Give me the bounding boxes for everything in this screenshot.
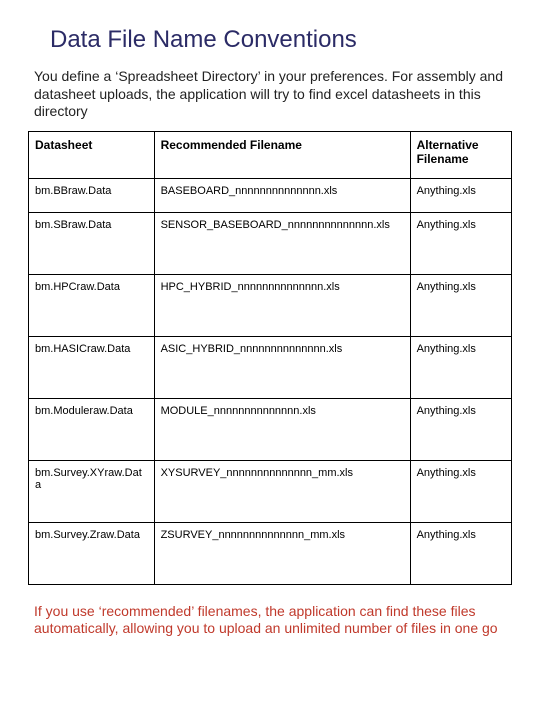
cell-recommended: BASEBOARD_nnnnnnnnnnnnnn.xls (154, 178, 410, 212)
cell-datasheet: bm.Survey.Zraw.Data (29, 522, 155, 584)
cell-recommended: ASIC_HYBRID_nnnnnnnnnnnnnn.xls (154, 336, 410, 398)
cell-alternative: Anything.xls (410, 460, 511, 522)
cell-recommended: HPC_HYBRID_nnnnnnnnnnnnnn.xls (154, 274, 410, 336)
cell-datasheet: bm.HPCraw.Data (29, 274, 155, 336)
col-header-datasheet: Datasheet (29, 131, 155, 178)
col-header-recommended: Recommended Filename (154, 131, 410, 178)
table-row: bm.HASICraw.Data ASIC_HYBRID_nnnnnnnnnnn… (29, 336, 512, 398)
cell-alternative: Anything.xls (410, 274, 511, 336)
cell-datasheet: bm.HASICraw.Data (29, 336, 155, 398)
cell-alternative: Anything.xls (410, 522, 511, 584)
table-row: bm.Survey.XYraw.Data XYSURVEY_nnnnnnnnnn… (29, 460, 512, 522)
table-row: bm.HPCraw.Data HPC_HYBRID_nnnnnnnnnnnnnn… (29, 274, 512, 336)
table-header-row: Datasheet Recommended Filename Alternati… (29, 131, 512, 178)
table-row: bm.Survey.Zraw.Data ZSURVEY_nnnnnnnnnnnn… (29, 522, 512, 584)
table-row: bm.Moduleraw.Data MODULE_nnnnnnnnnnnnnn.… (29, 398, 512, 460)
cell-recommended: XYSURVEY_nnnnnnnnnnnnnn_mm.xls (154, 460, 410, 522)
page-title: Data File Name Conventions (50, 26, 512, 54)
cell-alternative: Anything.xls (410, 178, 511, 212)
cell-datasheet: bm.BBraw.Data (29, 178, 155, 212)
cell-datasheet: bm.Moduleraw.Data (29, 398, 155, 460)
cell-datasheet: bm.SBraw.Data (29, 212, 155, 274)
cell-recommended: ZSURVEY_nnnnnnnnnnnnnn_mm.xls (154, 522, 410, 584)
footer-note: If you use ‘recommended’ filenames, the … (34, 603, 512, 638)
cell-recommended: SENSOR_BASEBOARD_nnnnnnnnnnnnnn.xls (154, 212, 410, 274)
cell-datasheet: bm.Survey.XYraw.Data (29, 460, 155, 522)
cell-alternative: Anything.xls (410, 336, 511, 398)
intro-paragraph: You define a ‘Spreadsheet Directory’ in … (34, 68, 512, 121)
col-header-alternative: Alternative Filename (410, 131, 511, 178)
table-row: bm.BBraw.Data BASEBOARD_nnnnnnnnnnnnnn.x… (29, 178, 512, 212)
filename-table: Datasheet Recommended Filename Alternati… (28, 131, 512, 585)
cell-recommended: MODULE_nnnnnnnnnnnnnn.xls (154, 398, 410, 460)
table-row: bm.SBraw.Data SENSOR_BASEBOARD_nnnnnnnnn… (29, 212, 512, 274)
cell-alternative: Anything.xls (410, 398, 511, 460)
cell-alternative: Anything.xls (410, 212, 511, 274)
